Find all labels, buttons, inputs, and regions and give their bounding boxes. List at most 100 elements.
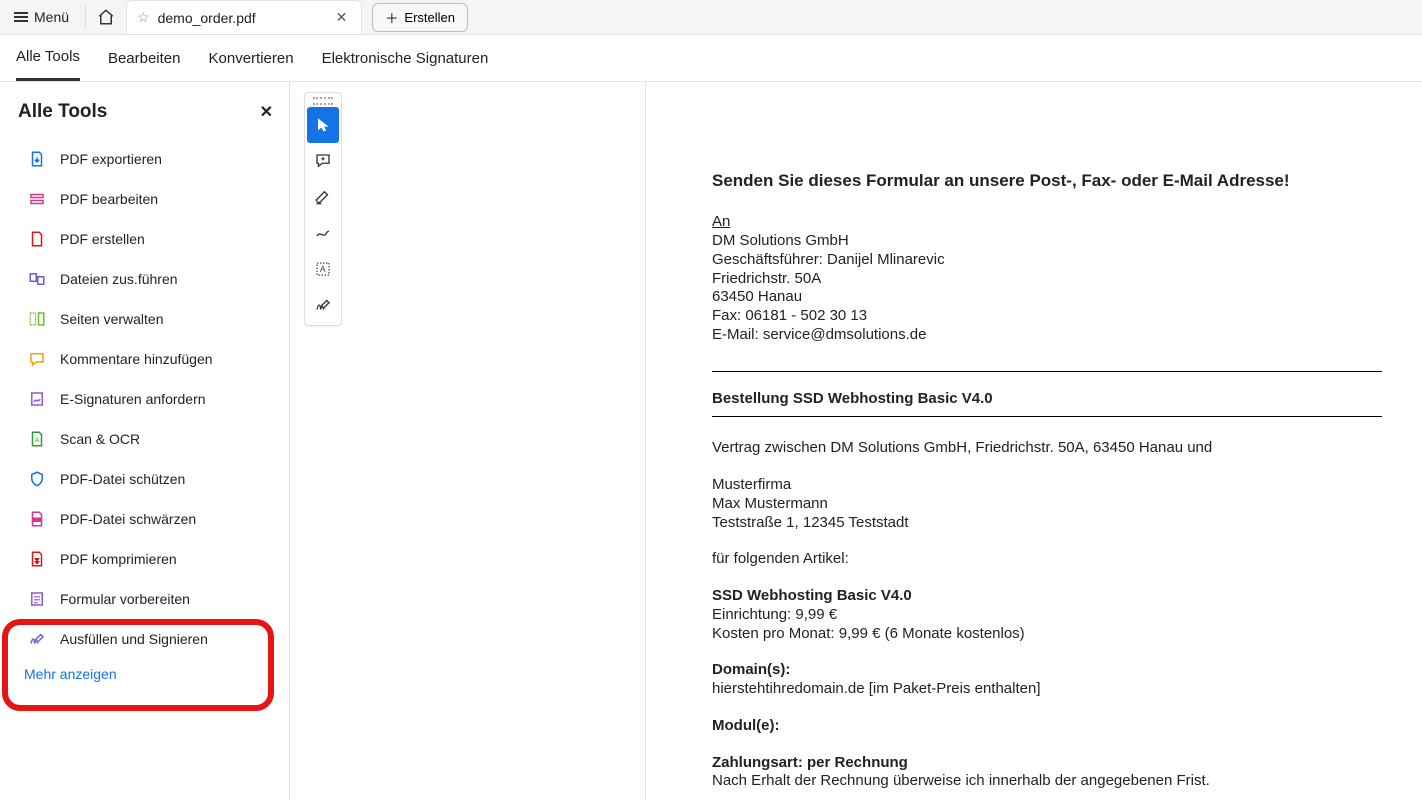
tool-item[interactable]: PDF-Datei schützen xyxy=(18,460,281,498)
tab-convert[interactable]: Konvertieren xyxy=(209,35,294,81)
tool-icon xyxy=(28,630,46,648)
tool-icon xyxy=(28,350,46,368)
address-line: 63450 Hanau xyxy=(712,288,1382,307)
tool-item[interactable]: A Scan & OCR xyxy=(18,420,281,458)
main-toolbar: Alle Tools Bearbeiten Konvertieren Elekt… xyxy=(0,35,1422,82)
menu-button[interactable]: Menü xyxy=(0,0,83,34)
comment-icon xyxy=(314,152,332,170)
tool-label: PDF-Datei schützen xyxy=(60,471,185,487)
address-line: Fax: 06181 - 502 30 13 xyxy=(712,307,1382,326)
domains-label: Domain(s): xyxy=(712,661,1382,680)
sign-icon xyxy=(314,296,332,314)
tool-label: PDF erstellen xyxy=(60,231,145,247)
divider xyxy=(85,5,86,29)
tool-item[interactable]: PDF komprimieren xyxy=(18,540,281,578)
for-article: für folgenden Artikel: xyxy=(712,550,1382,569)
cursor-tool[interactable] xyxy=(307,107,339,143)
tool-icon xyxy=(28,390,46,408)
tool-item[interactable]: E-Signaturen anfordern xyxy=(18,380,281,418)
tool-icon xyxy=(28,470,46,488)
tool-item[interactable]: Ausfüllen und Signieren xyxy=(18,620,281,658)
show-more-link[interactable]: Mehr anzeigen xyxy=(18,666,281,682)
tool-label: PDF komprimieren xyxy=(60,551,177,567)
cursor-icon xyxy=(315,117,331,133)
highlight-tool[interactable] xyxy=(307,179,339,215)
contract-line: Vertrag zwischen DM Solutions GmbH, Frie… xyxy=(712,439,1382,458)
tool-item[interactable]: Seiten verwalten xyxy=(18,300,281,338)
tools-panel: Alle Tools ✕ PDF exportieren PDF bearbeit… xyxy=(0,82,290,800)
draw-icon xyxy=(314,224,332,242)
sign-tool[interactable] xyxy=(307,287,339,323)
tool-item[interactable]: Kommentare hinzufügen xyxy=(18,340,281,378)
tool-icon xyxy=(28,310,46,328)
tool-icon xyxy=(28,270,46,288)
order-title: Bestellung SSD Webhosting Basic V4.0 xyxy=(712,390,1382,413)
address-block: DM Solutions GmbHGeschäftsführer: Danije… xyxy=(712,232,1382,345)
tab-signatures[interactable]: Elektronische Signaturen xyxy=(322,35,489,81)
modules-label: Modul(e): xyxy=(712,717,1382,736)
customer-block: MusterfirmaMax MustermannTeststraße 1, 1… xyxy=(712,476,1382,532)
tool-label: PDF bearbeiten xyxy=(60,191,158,207)
tool-icon xyxy=(28,230,46,248)
pdf-page[interactable]: Senden Sie dieses Formular an unsere Pos… xyxy=(646,82,1422,800)
address-line: E-Mail: service@dmsolutions.de xyxy=(712,326,1382,345)
tool-icon: A xyxy=(28,430,46,448)
tool-icon xyxy=(28,150,46,168)
drag-handle[interactable] xyxy=(309,95,337,107)
panel-close-button[interactable]: ✕ xyxy=(252,98,281,126)
payment-note: Nach Erhalt der Rechnung überweise ich i… xyxy=(712,772,1382,791)
tool-list: PDF exportieren PDF bearbeiten PDF erstell… xyxy=(18,140,281,658)
tool-item[interactable]: PDF exportieren xyxy=(18,140,281,178)
panel-title: Alle Tools xyxy=(18,101,107,123)
title-bar: Menü ☆ demo_order.pdf ✕ ＋ Erstellen xyxy=(0,0,1422,35)
address-line: Geschäftsführer: Danijel Mlinarevic xyxy=(712,251,1382,270)
star-icon[interactable]: ☆ xyxy=(137,9,150,26)
address-line: DM Solutions GmbH xyxy=(712,232,1382,251)
tool-item[interactable]: Dateien zus.führen xyxy=(18,260,281,298)
svg-text:A: A xyxy=(35,437,40,444)
textselect-icon: A xyxy=(314,260,332,278)
tool-item[interactable]: PDF bearbeiten xyxy=(18,180,281,218)
tool-item[interactable]: Formular vorbereiten xyxy=(18,580,281,618)
address-label: An xyxy=(712,213,1382,232)
monthly-line: Kosten pro Monat: 9,99 € (6 Monate koste… xyxy=(712,625,1382,644)
highlight-icon xyxy=(314,188,332,206)
product-name: SSD Webhosting Basic V4.0 xyxy=(712,587,1382,606)
tab-edit[interactable]: Bearbeiten xyxy=(108,35,181,81)
create-button[interactable]: ＋ Erstellen xyxy=(372,3,468,32)
tool-label: Seiten verwalten xyxy=(60,311,164,327)
tool-label: Formular vorbereiten xyxy=(60,591,190,607)
textselect-tool[interactable]: A xyxy=(307,251,339,287)
quick-tools: A xyxy=(304,92,342,326)
home-button[interactable] xyxy=(88,0,124,34)
tool-icon xyxy=(28,190,46,208)
address-line: Friedrichstr. 50A xyxy=(712,270,1382,289)
hr xyxy=(712,371,1382,372)
draw-tool[interactable] xyxy=(307,215,339,251)
hr xyxy=(712,416,1382,417)
customer-line: Max Mustermann xyxy=(712,495,1382,514)
customer-line: Teststraße 1, 12345 Teststadt xyxy=(712,514,1382,533)
payment-label: Zahlungsart: per Rechnung xyxy=(712,754,1382,773)
tool-label: Scan & OCR xyxy=(60,431,140,447)
tool-icon xyxy=(28,550,46,568)
customer-line: Musterfirma xyxy=(712,476,1382,495)
menu-label: Menü xyxy=(34,9,69,25)
domains-value: hierstehtihredomain.de [im Paket-Preis e… xyxy=(712,680,1382,699)
svg-text:A: A xyxy=(320,265,326,274)
pdf-heading: Senden Sie dieses Formular an unsere Pos… xyxy=(712,170,1382,191)
create-label: Erstellen xyxy=(404,10,455,25)
document-tab[interactable]: ☆ demo_order.pdf ✕ xyxy=(126,0,362,34)
hamburger-icon xyxy=(14,12,28,22)
plus-icon: ＋ xyxy=(385,8,398,27)
tab-all-tools[interactable]: Alle Tools xyxy=(16,35,80,81)
setup-line: Einrichtung: 9,99 € xyxy=(712,606,1382,625)
tool-icon xyxy=(28,510,46,528)
tool-label: Ausfüllen und Signieren xyxy=(60,631,208,647)
tab-close-button[interactable]: ✕ xyxy=(332,7,352,28)
tool-item[interactable]: PDF erstellen xyxy=(18,220,281,258)
document-area: A Senden Sie dieses Formular an unsere P… xyxy=(290,82,1422,800)
tool-item[interactable]: PDF-Datei schwärzen xyxy=(18,500,281,538)
tool-label: PDF-Datei schwärzen xyxy=(60,511,196,527)
comment-tool[interactable] xyxy=(307,143,339,179)
